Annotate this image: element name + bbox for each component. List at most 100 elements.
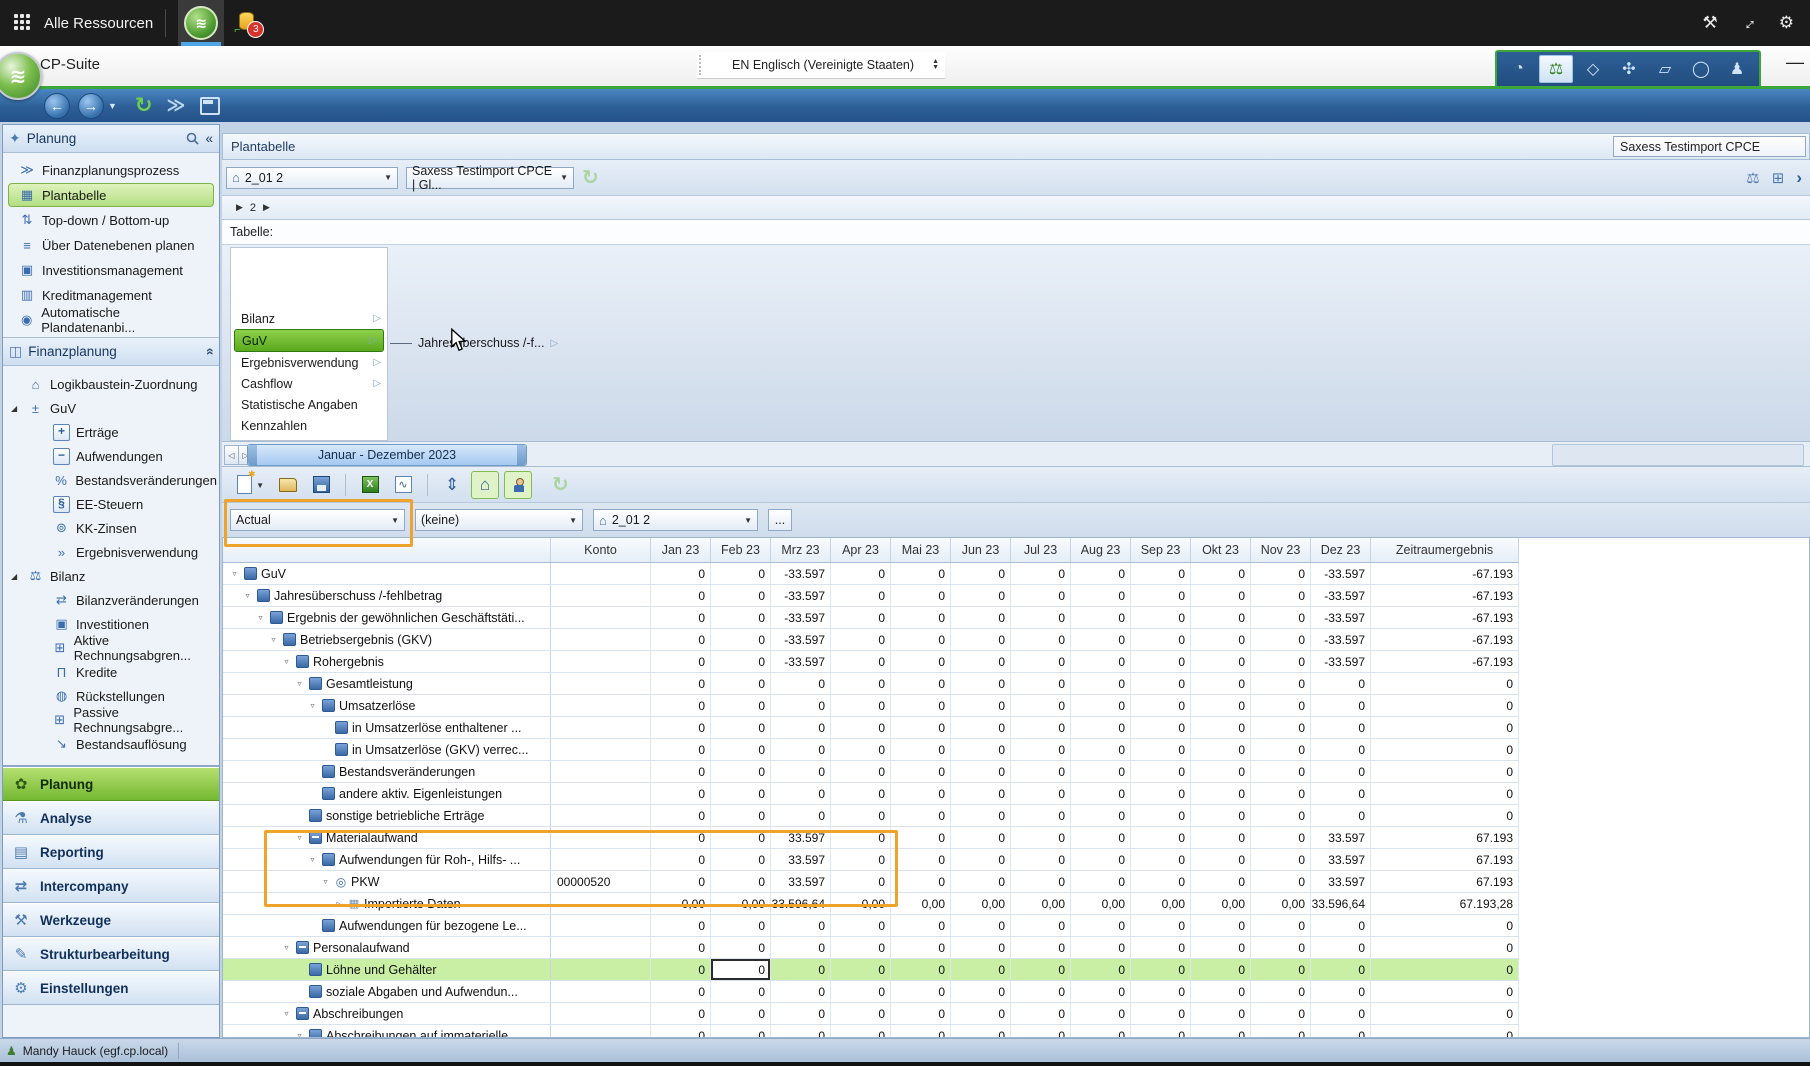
menu-item-cashflow[interactable]: Cashflow▷ bbox=[231, 373, 387, 394]
value-cell[interactable]: 0 bbox=[1191, 937, 1251, 958]
sidebar-item-plantabelle[interactable]: ▦Plantabelle bbox=[8, 183, 214, 207]
total-cell[interactable]: -67.193 bbox=[1371, 563, 1519, 584]
value-cell[interactable]: 0 bbox=[1191, 1025, 1251, 1038]
table-row[interactable]: ▿Umsatzerlöse0000000000000 bbox=[223, 695, 1519, 717]
value-cell[interactable]: 0 bbox=[651, 959, 711, 980]
row-label-cell[interactable]: ▿Personalaufwand bbox=[223, 937, 551, 958]
total-cell[interactable]: 0 bbox=[1371, 1025, 1519, 1038]
value-cell[interactable]: 0 bbox=[651, 695, 711, 716]
column-header[interactable]: Nov 23 bbox=[1251, 538, 1311, 562]
forward-icon[interactable]: → bbox=[78, 93, 104, 119]
tools-icon[interactable]: ⚒ bbox=[1703, 13, 1718, 33]
value-cell[interactable]: 0 bbox=[1311, 1025, 1371, 1038]
total-cell[interactable]: 0 bbox=[1371, 959, 1519, 980]
tree-item-kk-zinsen[interactable]: ⊚KK-Zinsen bbox=[5, 516, 217, 540]
table-row[interactable]: ▹▦Importierte Daten0,000,0033.596,640,00… bbox=[223, 893, 1519, 915]
value-cell[interactable]: 0 bbox=[1191, 981, 1251, 1002]
value-cell[interactable]: 0 bbox=[1131, 849, 1191, 870]
value-cell[interactable]: 0,00 bbox=[1131, 893, 1191, 914]
value-cell[interactable]: 0 bbox=[951, 651, 1011, 672]
tree-item-bilanz[interactable]: ◢⚖Bilanz bbox=[5, 564, 217, 588]
value-cell[interactable]: 0 bbox=[651, 827, 711, 848]
value-cell[interactable]: 0,00 bbox=[891, 893, 951, 914]
konto-cell[interactable] bbox=[551, 1003, 651, 1024]
dataset-combo[interactable]: Saxess Testimport CPCE | Gl... ▼ bbox=[406, 167, 574, 189]
value-cell[interactable]: 33.596,64 bbox=[771, 893, 831, 914]
value-cell[interactable]: 0 bbox=[771, 717, 831, 738]
value-cell[interactable]: 0 bbox=[1011, 783, 1071, 804]
breadcrumb[interactable]: ▶ 2 ▶ bbox=[222, 196, 1810, 220]
secondary-filter-combo[interactable]: (keine) ▼ bbox=[415, 509, 583, 531]
value-cell[interactable]: 0 bbox=[1071, 739, 1131, 760]
value-cell[interactable]: 0 bbox=[711, 761, 771, 782]
value-cell[interactable]: 0 bbox=[651, 563, 711, 584]
value-cell[interactable]: 0 bbox=[1071, 717, 1131, 738]
value-cell[interactable]: 0 bbox=[1191, 1003, 1251, 1024]
value-cell[interactable]: 0 bbox=[891, 827, 951, 848]
value-cell[interactable]: 0 bbox=[651, 673, 711, 694]
konto-cell[interactable] bbox=[551, 1025, 651, 1038]
value-cell[interactable]: 0 bbox=[771, 739, 831, 760]
table-row[interactable]: in Umsatzerlöse (GKV) verrec...000000000… bbox=[223, 739, 1519, 761]
total-cell[interactable]: 0 bbox=[1371, 761, 1519, 782]
value-cell[interactable]: 0 bbox=[1071, 871, 1131, 892]
column-header[interactable]: Aug 23 bbox=[1071, 538, 1131, 562]
value-cell[interactable]: 0 bbox=[651, 585, 711, 606]
row-label-cell[interactable]: andere aktiv. Eigenleistungen bbox=[223, 783, 551, 804]
total-cell[interactable]: 67.193 bbox=[1371, 827, 1519, 848]
value-cell[interactable]: 0 bbox=[711, 981, 771, 1002]
structure-flyout[interactable]: Jahresüberschuss /-f... ▷ bbox=[390, 336, 558, 350]
table-row[interactable]: ▿Jahresüberschuss /-fehlbetrag00-33.5970… bbox=[223, 585, 1519, 607]
ring-icon[interactable]: ◯ bbox=[1685, 56, 1717, 82]
value-cell[interactable]: 33.596,64 bbox=[1311, 893, 1371, 914]
range-right-handle[interactable] bbox=[517, 445, 526, 465]
konto-cell[interactable] bbox=[551, 959, 651, 980]
value-cell[interactable]: 0 bbox=[1011, 937, 1071, 958]
value-cell[interactable]: 0 bbox=[951, 783, 1011, 804]
value-cell[interactable]: 0 bbox=[951, 607, 1011, 628]
grid-version-combo[interactable]: ⌂ 2_01 2 ▼ bbox=[593, 509, 758, 531]
row-label-cell[interactable]: ▿Materialaufwand bbox=[223, 827, 551, 848]
table-row[interactable]: ▿Abschreibungen0000000000000 bbox=[223, 1003, 1519, 1025]
row-label-cell[interactable]: ▿Betriebsergebnis (GKV) bbox=[223, 629, 551, 650]
value-cell[interactable]: 0 bbox=[1071, 651, 1131, 672]
value-cell[interactable]: 0 bbox=[1131, 981, 1191, 1002]
tree-item-aufwendungen[interactable]: −Aufwendungen bbox=[5, 444, 217, 468]
value-cell[interactable]: 0 bbox=[891, 981, 951, 1002]
value-cell[interactable]: 0,00 bbox=[951, 893, 1011, 914]
value-cell[interactable]: 0 bbox=[1011, 805, 1071, 826]
sidebar-header-finanzplanung[interactable]: ◫ Finanzplanung » bbox=[3, 337, 219, 366]
value-cell[interactable]: 0 bbox=[1131, 805, 1191, 826]
value-cell[interactable]: 0 bbox=[1071, 563, 1131, 584]
personal-view-icon[interactable] bbox=[504, 471, 532, 499]
breadcrumb-item[interactable]: 2 bbox=[250, 202, 256, 214]
row-expander-icon[interactable]: ▿ bbox=[294, 679, 305, 688]
row-label-cell[interactable]: soziale Abgaben und Aufwendun... bbox=[223, 981, 551, 1002]
sidebar-item-topdown-bottomup[interactable]: ⇅Top-down / Bottom-up bbox=[8, 208, 214, 232]
focused-cell[interactable]: 0 bbox=[711, 959, 771, 980]
value-cell[interactable]: 0 bbox=[771, 673, 831, 694]
value-cell[interactable]: 0 bbox=[711, 717, 771, 738]
value-cell[interactable]: 0 bbox=[1311, 805, 1371, 826]
value-cell[interactable]: 0 bbox=[831, 629, 891, 650]
nav-button-analyse[interactable]: ⚗Analyse bbox=[3, 801, 219, 835]
value-cell[interactable]: 0 bbox=[711, 783, 771, 804]
value-cell[interactable]: 0 bbox=[1191, 563, 1251, 584]
row-label-cell[interactable]: ▹▦Importierte Daten bbox=[223, 893, 551, 914]
value-cell[interactable]: 0 bbox=[711, 607, 771, 628]
value-cell[interactable]: 0,00 bbox=[1071, 893, 1131, 914]
search-icon[interactable] bbox=[186, 132, 199, 145]
total-cell[interactable]: 0 bbox=[1371, 805, 1519, 826]
value-cell[interactable]: 0 bbox=[651, 761, 711, 782]
table-row[interactable]: ▿◎PKW000005200033.5970000000033.59767.19… bbox=[223, 871, 1519, 893]
value-cell[interactable]: 0 bbox=[1311, 783, 1371, 804]
value-cell[interactable]: 0 bbox=[891, 783, 951, 804]
minimize-icon[interactable]: — bbox=[1786, 52, 1804, 73]
table-row[interactable]: Aufwendungen für bezogene Le...000000000… bbox=[223, 915, 1519, 937]
table-row[interactable]: ▿Gesamtleistung0000000000000 bbox=[223, 673, 1519, 695]
value-cell[interactable]: 0,00 bbox=[1191, 893, 1251, 914]
table-row[interactable]: ▿Aufwendungen für Roh-, Hilfs- ...0033.5… bbox=[223, 849, 1519, 871]
value-cell[interactable]: 0 bbox=[1251, 827, 1311, 848]
konto-cell[interactable] bbox=[551, 717, 651, 738]
value-cell[interactable]: 0 bbox=[1071, 937, 1131, 958]
